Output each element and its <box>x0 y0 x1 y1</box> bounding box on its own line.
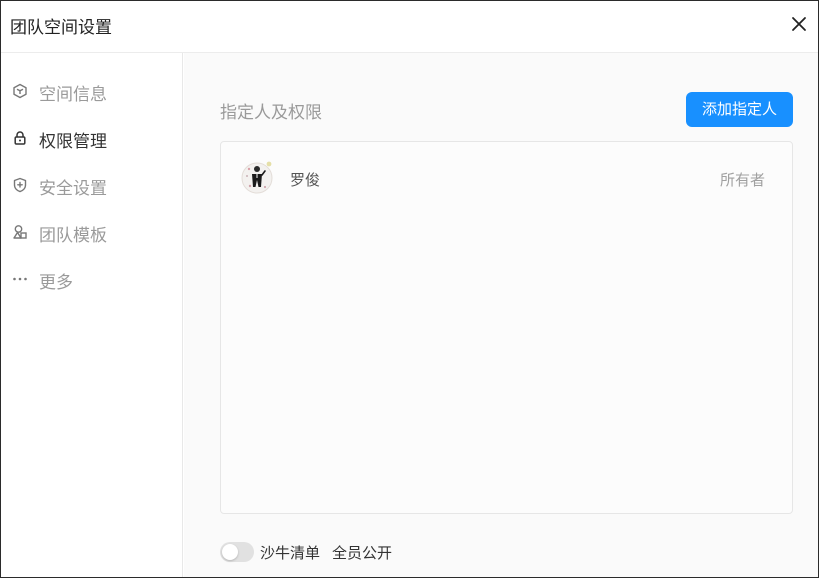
lock-icon <box>12 130 28 146</box>
close-icon[interactable] <box>790 15 808 33</box>
sidebar-item-label: 空间信息 <box>39 85 107 105</box>
section-title: 指定人及权限 <box>220 103 322 123</box>
sidebar-item-label: 安全设置 <box>39 179 107 199</box>
sidebar-item-label: 团队模板 <box>39 226 107 246</box>
toggle-label: 沙牛清单 <box>260 544 321 562</box>
sidebar-item-label: 权限管理 <box>39 132 107 152</box>
dialog-header: 团队空间设置 <box>1 1 818 53</box>
sidebar-item-more[interactable]: 更多 <box>1 259 182 299</box>
toggle-sub-label: 全员公开 <box>332 544 393 562</box>
toggle-knob <box>222 544 238 560</box>
sidebar-item-permissions[interactable]: 权限管理 <box>1 118 182 158</box>
sidebar-item-team-templates[interactable]: 团队模板 <box>1 212 182 252</box>
sidebar-item-security[interactable]: 安全设置 <box>1 165 182 205</box>
add-designee-button[interactable]: 添加指定人 <box>686 92 793 127</box>
settings-sidebar: 空间信息 权限管理 安全设置 团队模板 更多 <box>1 53 183 577</box>
dialog-title: 团队空间设置 <box>10 18 112 38</box>
sidebar-item-space-info[interactable]: 空间信息 <box>1 71 182 111</box>
member-name: 罗俊 <box>290 171 321 189</box>
team-space-settings-dialog: 团队空间设置 空间信息 权限管理 安全设置 团队模板 更多 指定人及权限 添加指… <box>0 0 819 578</box>
more-icon <box>12 271 28 287</box>
list-item[interactable]: 罗俊 所有者 <box>221 142 792 216</box>
public-toggle[interactable] <box>220 542 254 562</box>
shield-icon <box>12 177 28 193</box>
shapes-icon <box>12 224 28 240</box>
avatar <box>241 160 275 196</box>
permissions-panel: 指定人及权限 添加指定人 罗俊 所有者 沙牛清单 全员公开 <box>184 53 818 577</box>
sidebar-item-label: 更多 <box>39 273 73 293</box>
cube-icon <box>12 83 28 99</box>
member-role: 所有者 <box>719 171 765 189</box>
member-list: 罗俊 所有者 <box>220 141 793 514</box>
